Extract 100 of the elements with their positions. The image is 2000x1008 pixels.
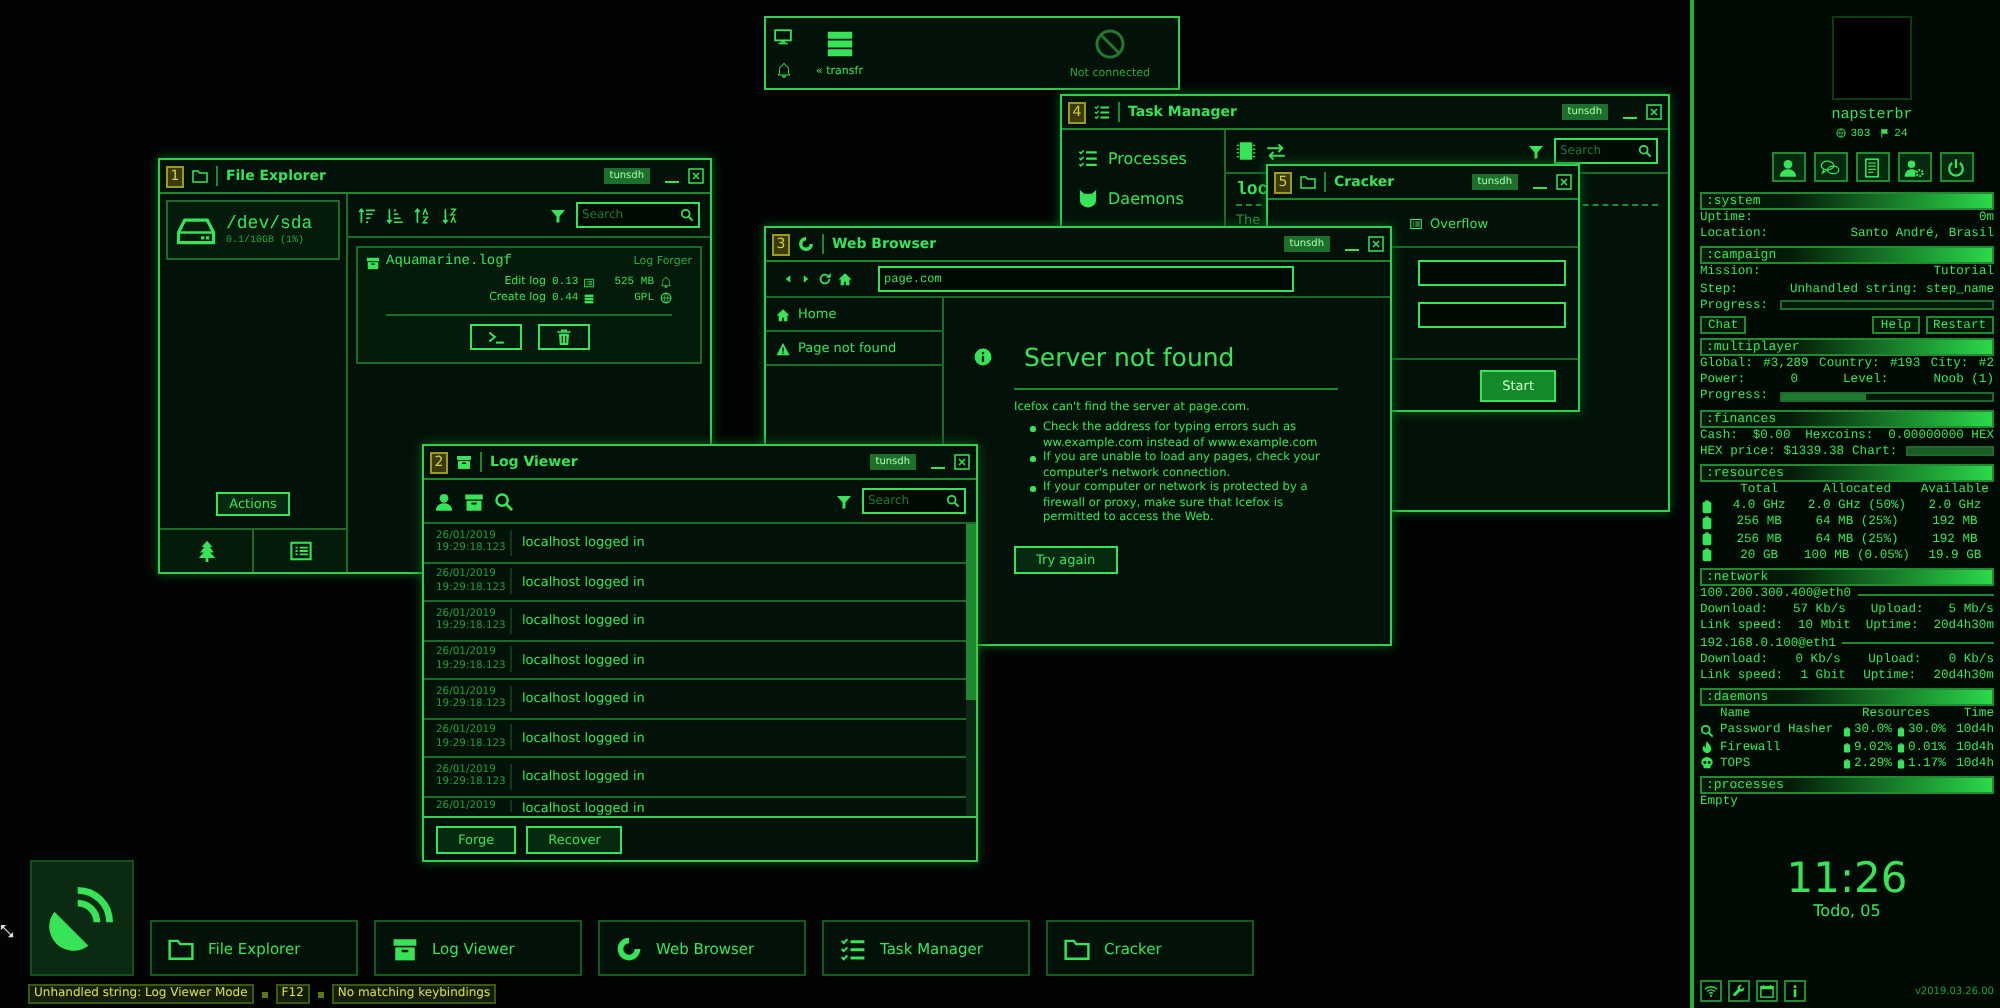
list-icon	[289, 540, 311, 562]
folder-icon	[192, 168, 208, 184]
clock-time: 11:26	[1784, 854, 1910, 902]
satellite-dish-icon	[48, 884, 116, 952]
search-icon[interactable]	[680, 208, 694, 222]
globe-icon	[660, 292, 672, 304]
battery-icon	[1842, 741, 1852, 754]
bell-icon	[660, 276, 672, 288]
battery-icon	[1842, 725, 1852, 738]
home-icon	[776, 307, 790, 321]
calendar-icon	[1760, 984, 1774, 998]
bullet-icon	[1030, 456, 1035, 461]
wifi-icon	[1704, 984, 1718, 998]
tray-button[interactable]	[1728, 980, 1750, 1002]
swirl-icon	[616, 935, 642, 961]
trash-icon	[551, 328, 575, 346]
checklist-icon	[1078, 148, 1098, 168]
home-icon[interactable]	[838, 272, 852, 286]
battery-icon	[1896, 725, 1906, 738]
price-chart	[1905, 446, 1994, 457]
tray-button[interactable]	[1784, 980, 1806, 1002]
terminal-button[interactable]	[469, 324, 521, 350]
info-icon	[1788, 984, 1802, 998]
archive-box-icon[interactable]	[464, 491, 484, 511]
menu-item[interactable]: Daemons	[1062, 178, 1224, 218]
scrollbar-thumb[interactable]	[966, 524, 976, 700]
archive-box-icon	[456, 454, 472, 470]
battery-icon	[1896, 757, 1906, 770]
server-icon[interactable]	[823, 29, 856, 57]
menu-item[interactable]: Processes	[1062, 138, 1224, 178]
chip-icon[interactable]	[1236, 140, 1256, 162]
toolbar-button[interactable]	[1939, 152, 1973, 182]
document-icon	[1862, 157, 1882, 177]
search-icon	[1700, 724, 1714, 739]
monitor-icon[interactable]	[774, 28, 792, 46]
filter-icon[interactable]	[836, 493, 852, 509]
search-icon[interactable]	[494, 491, 514, 511]
folder-icon	[168, 935, 194, 961]
bullet-icon	[1030, 486, 1035, 491]
toolbar-button[interactable]	[1855, 152, 1889, 182]
module-icon	[584, 277, 595, 287]
flag-icon	[1880, 128, 1891, 138]
user-settings-icon	[1904, 157, 1924, 177]
user-icon	[1778, 157, 1798, 177]
skull-icon	[1700, 756, 1714, 771]
avatar	[1832, 16, 1912, 100]
battery-icon	[1842, 757, 1852, 770]
delete-button[interactable]	[537, 324, 589, 350]
view-tab[interactable]	[254, 530, 346, 572]
sort-icon[interactable]	[358, 205, 376, 225]
filter-icon[interactable]	[550, 207, 566, 223]
filter-icon[interactable]	[1528, 143, 1544, 159]
checklist-icon	[1094, 104, 1110, 120]
arrows-icon[interactable]	[1266, 141, 1286, 161]
input-field[interactable]	[1418, 302, 1566, 328]
forward-icon[interactable]	[800, 272, 812, 286]
bullet-icon	[1030, 426, 1035, 431]
swirl-icon	[798, 236, 814, 252]
close-icon[interactable]	[1646, 104, 1662, 120]
bell-icon[interactable]	[775, 62, 791, 78]
scrollbar[interactable]	[966, 524, 976, 816]
folder-icon	[1064, 935, 1090, 961]
info-icon	[974, 348, 992, 366]
content-heading: loc	[1236, 180, 1269, 200]
reload-icon[interactable]	[818, 272, 832, 286]
toolbar-button[interactable]	[1813, 152, 1847, 182]
user-icon[interactable]	[434, 491, 454, 511]
wrench-icon	[1732, 984, 1746, 998]
view-tab[interactable]	[160, 530, 254, 572]
checklist-icon	[840, 935, 866, 961]
satellite-button[interactable]	[30, 860, 134, 976]
drive-path: /dev/sda	[226, 214, 313, 234]
tray-button[interactable]	[1700, 980, 1722, 1002]
tray-button[interactable]	[1756, 980, 1778, 1002]
close-icon[interactable]	[688, 168, 704, 184]
input-field[interactable]	[1418, 260, 1566, 286]
toolbar-button[interactable]	[1897, 152, 1931, 182]
flame-icon	[1700, 740, 1714, 755]
archive-box-icon	[366, 255, 380, 269]
chat-icon	[1820, 157, 1840, 177]
toolbar-button[interactable]	[1771, 152, 1805, 182]
close-icon[interactable]	[954, 454, 970, 470]
sort-icon[interactable]	[442, 205, 460, 225]
search-icon[interactable]	[1638, 144, 1652, 158]
terminal-icon	[483, 328, 507, 346]
sort-icon[interactable]	[414, 205, 432, 225]
power-icon	[1946, 157, 1966, 177]
sort-icon[interactable]	[386, 205, 404, 225]
ban-icon	[1093, 27, 1126, 59]
back-icon[interactable]	[782, 272, 794, 286]
globe-icon	[1836, 128, 1847, 138]
close-icon[interactable]	[1368, 236, 1384, 252]
close-icon[interactable]	[1556, 174, 1572, 190]
tree-icon	[195, 540, 217, 562]
list-icon	[1410, 217, 1422, 229]
folder-icon	[1300, 174, 1316, 190]
warning-icon	[776, 341, 790, 355]
expand-icon[interactable]	[0, 923, 14, 937]
page-title: Server not found	[1024, 342, 1235, 372]
search-icon[interactable]	[946, 494, 960, 508]
